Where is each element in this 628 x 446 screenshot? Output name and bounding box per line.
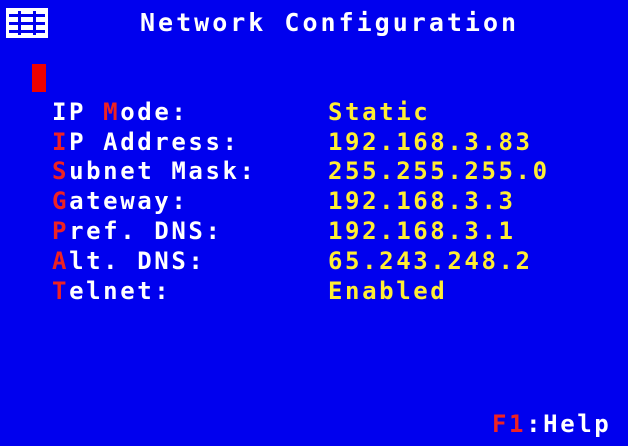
help-key: F1 <box>492 410 527 438</box>
page-title: Network Configuration <box>140 8 520 37</box>
field-pref-dns[interactable]: Pref. DNS: 192.168.3.1 <box>52 217 612 245</box>
field-ip-address[interactable]: IP Address: 192.168.3.83 <box>52 128 612 156</box>
field-value[interactable]: 192.168.3.83 <box>328 128 533 156</box>
network-config-screen: Network Configuration IP Mode: Static IP… <box>0 0 628 446</box>
field-value[interactable]: 192.168.3.3 <box>328 187 516 215</box>
field-label: Subnet Mask: <box>52 157 257 185</box>
field-ip-mode[interactable]: IP Mode: Static <box>52 98 612 126</box>
hotkey-letter: G <box>52 187 70 215</box>
hotkey-letter: T <box>52 277 70 305</box>
hotkey-letter: P <box>52 217 70 245</box>
hotkey-letter: M <box>103 98 121 126</box>
field-subnet-mask[interactable]: Subnet Mask: 255.255.255.0 <box>52 157 612 185</box>
field-label: Alt. DNS: <box>52 247 206 275</box>
hotkey-letter: I <box>52 128 70 156</box>
field-label: IP Mode: <box>52 98 189 126</box>
help-hint[interactable]: F1:Help <box>492 410 611 438</box>
field-gateway[interactable]: Gateway: 192.168.3.3 <box>52 187 612 215</box>
menu-grid-icon[interactable] <box>6 8 48 38</box>
help-text: :Help <box>526 410 612 438</box>
field-label: IP Address: <box>52 128 240 156</box>
field-value[interactable]: 192.168.3.1 <box>328 217 516 245</box>
field-value[interactable]: Static <box>328 98 430 126</box>
field-alt-dns[interactable]: Alt. DNS: 65.243.248.2 <box>52 247 612 275</box>
field-value[interactable]: Enabled <box>328 277 447 305</box>
field-telnet[interactable]: Telnet: Enabled <box>52 277 612 305</box>
field-label: Pref. DNS: <box>52 217 223 245</box>
selection-cursor <box>32 64 46 92</box>
field-value[interactable]: 255.255.255.0 <box>328 157 550 185</box>
field-label: Gateway: <box>52 187 189 215</box>
field-value[interactable]: 65.243.248.2 <box>328 247 533 275</box>
title-bar: Network Configuration <box>0 0 628 46</box>
hotkey-letter: S <box>52 157 70 185</box>
field-label: Telnet: <box>52 277 172 305</box>
hotkey-letter: A <box>52 247 70 275</box>
